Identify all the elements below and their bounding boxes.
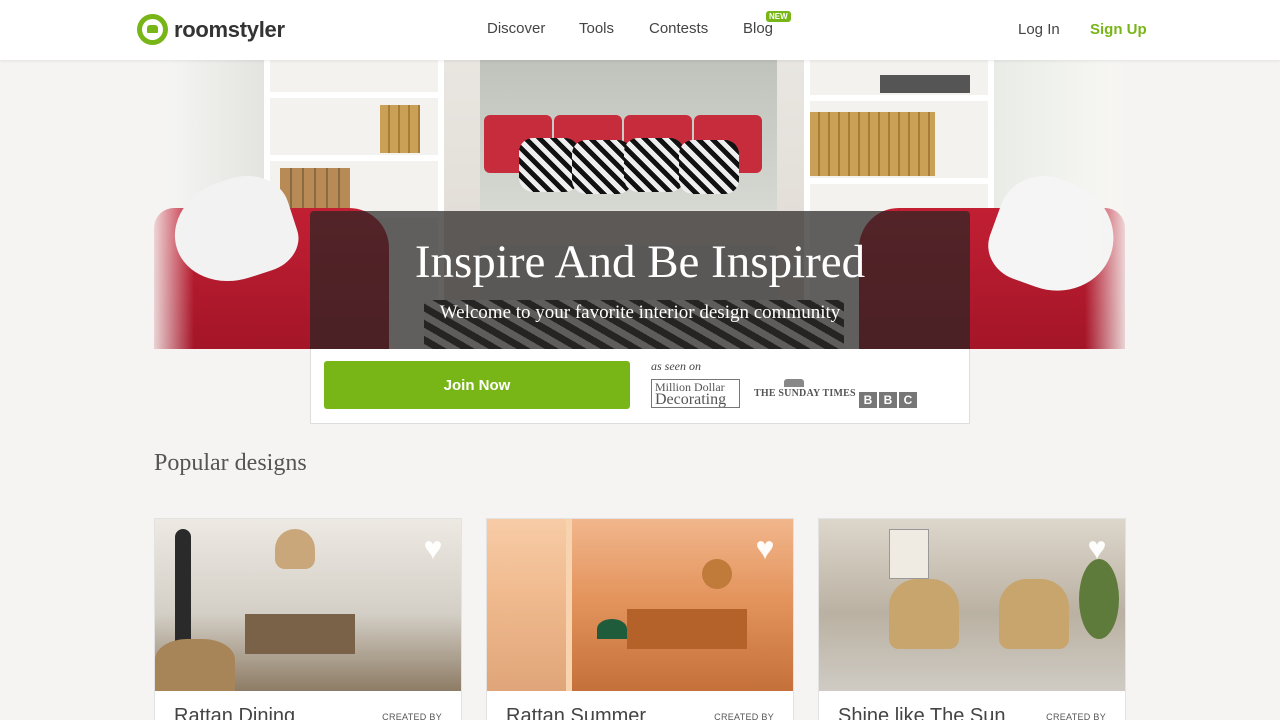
design-thumbnail[interactable]: ♥ — [155, 519, 461, 691]
nav-blog[interactable]: Blog — [743, 20, 773, 37]
hero-title: Inspire And Be Inspired — [414, 236, 866, 288]
new-badge: NEW — [766, 11, 791, 22]
nav-contests[interactable]: Contests — [649, 20, 708, 37]
hero-subtitle: Welcome to your favorite interior design… — [439, 302, 841, 323]
sunday-times-logo: THE SUNDAY TIMES — [754, 379, 856, 399]
armchair-logo-icon — [137, 14, 168, 45]
created-by-label: CREATED BY — [714, 712, 774, 720]
heart-icon[interactable]: ♥ — [417, 532, 449, 564]
nav-discover[interactable]: Discover — [487, 20, 545, 37]
design-name[interactable]: Shine like The Sun — [838, 705, 1006, 720]
site-header: roomstyler Discover Tools Contests Blog … — [0, 0, 1280, 60]
design-card[interactable]: ♥ Rattan Dining CREATED BY — [154, 518, 462, 720]
created-by-label: CREATED BY — [1046, 712, 1106, 720]
nav-tools[interactable]: Tools — [579, 20, 614, 37]
popular-designs-title: Popular designs — [154, 450, 307, 476]
design-card[interactable]: ♥ Shine like The Sun CREATED BY — [818, 518, 1126, 720]
logo[interactable]: roomstyler — [137, 14, 285, 45]
heart-icon[interactable]: ♥ — [1081, 532, 1113, 564]
brand-name: roomstyler — [174, 16, 285, 42]
million-dollar-decorating-logo: Million Dollar Decorating — [651, 379, 740, 408]
design-name[interactable]: Rattan Summer — [506, 705, 646, 720]
heart-icon[interactable]: ♥ — [749, 532, 781, 564]
as-seen-on-label: as seen on — [651, 359, 701, 373]
hero-overlay: Inspire And Be Inspired Welcome to your … — [310, 211, 970, 349]
design-name[interactable]: Rattan Dining — [174, 705, 295, 720]
design-thumbnail[interactable]: ♥ — [819, 519, 1125, 691]
login-link[interactable]: Log In — [1018, 21, 1060, 38]
bbc-logo: B B C — [859, 392, 917, 408]
signup-link[interactable]: Sign Up — [1090, 21, 1147, 38]
created-by-label: CREATED BY — [382, 712, 442, 720]
design-thumbnail[interactable]: ♥ — [487, 519, 793, 691]
cta-box: Join Now as seen on Million Dollar Decor… — [310, 349, 970, 424]
join-now-button[interactable]: Join Now — [324, 361, 630, 409]
design-card[interactable]: ♥ Rattan Summer CREATED BY — [486, 518, 794, 720]
